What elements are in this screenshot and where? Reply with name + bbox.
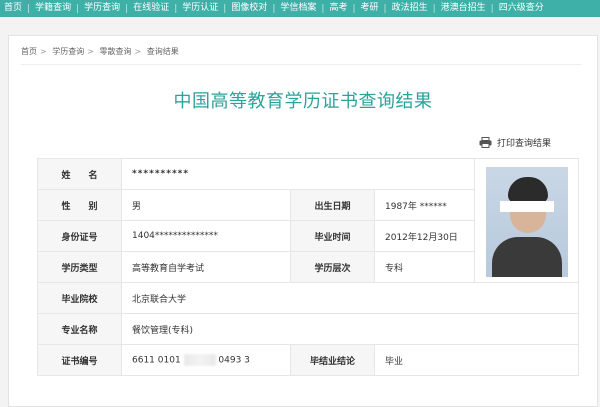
label-edu-type: 学历类型: [37, 251, 122, 283]
label-school: 毕业院校: [37, 282, 122, 314]
breadcrumb-result: 查询结果: [146, 47, 179, 56]
photo-hair: [507, 177, 548, 203]
nav-hk-macau-tw-admission[interactable]: 港澳台招生: [436, 0, 491, 17]
breadcrumb-home[interactable]: 首页: [21, 47, 37, 56]
photo-cell: [474, 158, 579, 283]
print-button[interactable]: 打印查询结果: [479, 136, 551, 149]
table-row: 证书编号 6611 0101 0493 3 毕结业结论 毕业: [37, 344, 579, 376]
nav-home[interactable]: 首页: [0, 0, 27, 17]
breadcrumb-separator: >: [40, 47, 47, 56]
label-grad-date: 毕业时间: [290, 220, 375, 252]
label-edu-level: 学历层次: [290, 251, 375, 283]
value-gender: 男: [121, 189, 291, 221]
name-masked: **********: [132, 169, 190, 179]
label-gender: 性 别: [37, 189, 122, 221]
table-row: 毕业院校 北京联合大学: [37, 282, 579, 314]
nav-student-status-query[interactable]: 学籍查询: [30, 0, 76, 17]
print-label: 打印查询结果: [497, 139, 552, 149]
cert-no-suffix: 0493 3: [218, 355, 250, 366]
nav-archive[interactable]: 学信档案: [275, 0, 321, 17]
breadcrumb-degree-query[interactable]: 学历查询: [52, 47, 84, 56]
nav-degree-certification[interactable]: 学历认证: [177, 0, 223, 17]
value-school: 北京联合大学: [121, 282, 579, 314]
nav-gaokao[interactable]: 高考: [324, 0, 352, 17]
value-major: 餐饮管理(专科): [121, 313, 579, 345]
cert-no-prefix: 6611 0101: [132, 355, 181, 366]
value-edu-level: 专科: [374, 251, 475, 283]
cert-no-redaction: [183, 354, 216, 366]
photo-body: [491, 237, 562, 277]
nav-cet-score[interactable]: 四六级查分: [494, 0, 549, 17]
photo-portrait: [485, 167, 568, 277]
value-grad-date: 2012年12月30日: [374, 220, 475, 252]
label-cert-no: 证书编号: [37, 344, 122, 376]
label-major: 专业名称: [37, 313, 122, 345]
value-id-number: 1404**************: [121, 220, 291, 252]
content-panel: 首页 > 学历查询 > 零散查询 > 查询结果 中国高等教育学历证书查询结果 打印查询…: [8, 35, 598, 407]
page-title: 中国高等教育学历证书查询结果: [173, 91, 433, 112]
nav-degree-query[interactable]: 学历查询: [79, 0, 125, 17]
printer-icon: [479, 137, 492, 148]
nav-image-check[interactable]: 图像校对: [226, 0, 272, 17]
label-id-number: 身份证号: [37, 220, 122, 252]
nav-online-verify[interactable]: 在线验证: [128, 0, 174, 17]
value-birth: 1987年 ******: [374, 189, 475, 221]
value-cert-no: 6611 0101 0493 3: [121, 344, 291, 376]
value-edu-type: 高等教育自学考试: [121, 251, 291, 283]
breadcrumb-separator: >: [87, 47, 94, 56]
table-row: 专业名称 餐饮管理(专科): [37, 313, 579, 345]
value-name: **********: [121, 158, 475, 190]
label-name: 姓 名: [37, 158, 122, 190]
divider: [21, 64, 581, 65]
label-birth: 出生日期: [290, 189, 375, 221]
photo-privacy-bar: [499, 201, 554, 212]
breadcrumb-single-query[interactable]: 零散查询: [100, 47, 132, 56]
value-grad-result: 毕业: [374, 344, 579, 376]
breadcrumb-separator: >: [134, 47, 142, 56]
certificate-info-table: 姓 名 ********** 性 别 男 出生日期 1987年 ****** 身…: [37, 158, 579, 376]
top-nav: 首页 | 学籍查询 | 学历查询 | 在线验证 | 学历认证 | 图像校对 | 学信档案 | …: [0, 0, 600, 17]
nav-kaoyan[interactable]: 考研: [356, 0, 384, 17]
table-row: 姓 名 **********: [37, 158, 579, 283]
nav-law-admission[interactable]: 政法招生: [387, 0, 433, 17]
breadcrumb: 首页 > 学历查询 > 零散查询 > 查询结果: [21, 46, 179, 57]
label-grad-result: 毕结业结论: [290, 344, 375, 376]
